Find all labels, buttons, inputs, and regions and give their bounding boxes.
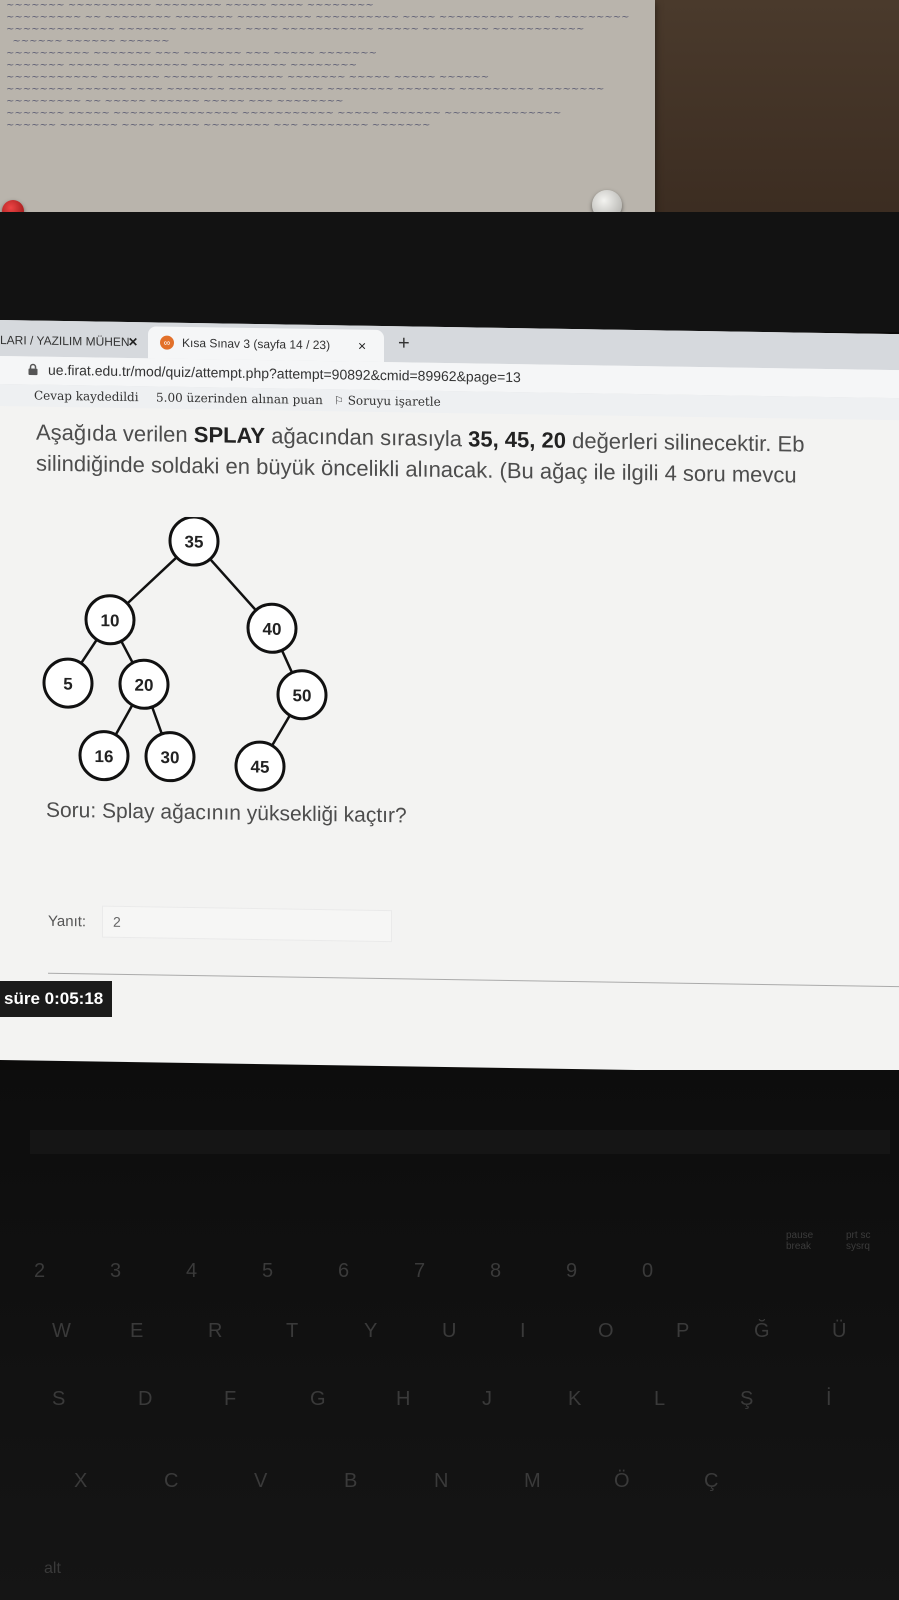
question-line-1-mid: ağacından sırasıyla [265,423,469,452]
keyboard-key: N [434,1470,449,1492]
question-line-1-text: Aşağıda verilen [36,419,194,448]
question-prompt: Soru: Splay ağacının yüksekliği kaçtır? [46,798,407,828]
lock-icon [28,363,38,376]
keyboard-key: X [74,1470,88,1492]
answer-saved-status: Cevap kaydedildi [34,388,139,405]
splay-tree-diagram: 35 10 40 5 20 50 16 30 45 [42,515,328,792]
laptop-keyboard: pause break prt sc sysrq 2 3 4 5 6 7 8 9 0 W E R T Y U… [0,1070,899,1600]
keyboard-key: 8 [490,1260,502,1282]
keyboard-key: P [676,1320,690,1342]
flag-question-link[interactable]: ⚐ Soruyu işaretle [334,393,441,409]
tree-node-20: 20 [118,658,170,710]
tree-node-label: 30 [161,748,180,767]
keyboard-key: F [224,1388,237,1410]
tab-active-title: Kısa Sınav 3 (sayfa 14 / 23) [182,335,331,353]
tab-active[interactable]: ∞ Kısa Sınav 3 (sayfa 14 / 23) × [148,326,384,363]
tree-node-label: 50 [293,686,312,705]
keyboard-key: G [310,1388,326,1410]
keyboard-key: B [344,1470,358,1492]
keyboard-key: 2 [34,1260,46,1282]
keyboard-key: J [482,1388,492,1410]
keyboard-key: V [254,1470,268,1492]
keyboard-key: T [286,1320,299,1342]
answer-input[interactable]: 2 [102,905,392,943]
tree-node-label: 16 [95,747,114,766]
keyboard-key: S [52,1388,66,1410]
moodle-favicon-icon: ∞ [160,335,174,350]
keyboard-key: C [164,1470,179,1492]
keyboard-key: Ö [614,1470,630,1492]
keyboard-key: Ş [740,1388,754,1410]
question-bold-splay: SPLAY [193,422,266,449]
timer-badge: süre 0:05:18 [0,981,112,1017]
timer-label: süre [4,989,40,1008]
keyboard-key: E [130,1320,144,1342]
laptop-bezel [0,212,899,332]
flag-icon: ⚐ [334,394,344,408]
keyboard-key: M [524,1470,541,1492]
function-key-row [30,1130,890,1154]
handwritten-note: ~~~~~~~ ~~~~~~~~~~ ~~~~~~~~ ~~~~~ ~~~~ ~… [0,0,655,225]
keyboard-key: 0 [642,1260,654,1282]
tree-node-10: 10 [84,594,136,646]
tab-inactive[interactable]: LARI / YAZILIM MÜHEN ✕ [0,324,140,358]
points-info: 5.00 üzerinden alınan puan [156,390,323,408]
keyboard-key: H [396,1388,411,1410]
keyboard-key: U [442,1320,457,1342]
keyboard-key: W [52,1320,71,1342]
keyboard-key: 9 [566,1260,578,1282]
pause-key-label: pause break [786,1230,814,1252]
tree-node-label: 45 [251,757,270,776]
tree-node-label: 20 [135,676,154,695]
tree-node-45: 45 [234,740,286,792]
new-tab-button[interactable]: + [398,332,410,355]
tab-inactive-title: LARI / YAZILIM MÜHEN [0,333,130,350]
answer-label: Yanıt: [48,912,87,931]
keyboard-key: I [520,1320,526,1342]
tab-inactive-close-icon[interactable]: ✕ [128,335,138,349]
browser-screen: LARI / YAZILIM MÜHEN ✕ ∞ Kısa Sınav 3 (s… [0,320,899,1075]
tree-node-16: 16 [78,730,130,782]
keyboard-key: K [568,1388,582,1410]
divider [48,972,899,988]
prtsc-key-label: prt sc sysrq [846,1230,871,1252]
keyboard-key: D [138,1388,153,1410]
keyboard-key: Ğ [754,1320,770,1342]
keyboard-key: L [654,1388,666,1410]
keyboard-key: R [208,1320,223,1342]
keyboard-key: Y [364,1320,378,1342]
keyboard-key: 3 [110,1260,122,1282]
keyboard-key: 6 [338,1260,350,1282]
keyboard-key: İ [826,1388,832,1410]
tree-node-5: 5 [42,657,94,709]
tree-node-label: 35 [185,532,204,551]
tree-node-label: 10 [101,611,120,630]
keyboard-key: 4 [186,1260,198,1282]
tree-node-label: 40 [263,620,282,639]
question-line-1-end: değerleri silinecektir. Eb [565,427,805,457]
tab-close-icon[interactable]: × [358,338,366,354]
alt-key-label: alt [44,1560,61,1577]
question-bold-values: 35, 45, 20 [468,426,566,453]
tree-node-35: 35 [168,515,220,567]
keyboard-key: O [598,1320,614,1342]
timer-value: 0:05:18 [44,989,104,1008]
tree-node-50: 50 [276,669,328,721]
question-text: Aşağıda verilen SPLAY ağacından sırasıyl… [36,417,804,491]
tree-node-40: 40 [246,602,298,654]
keyboard-key: Ü [832,1320,847,1342]
keyboard-key: 7 [414,1260,426,1282]
url-text[interactable]: ue.firat.edu.tr/mod/quiz/attempt.php?att… [48,362,521,385]
keyboard-key: 5 [262,1260,274,1282]
tree-node-30: 30 [144,731,196,783]
flag-question-label: Soruyu işaretle [347,393,441,409]
tree-node-label: 5 [63,674,72,693]
keyboard-key: Ç [704,1470,719,1492]
